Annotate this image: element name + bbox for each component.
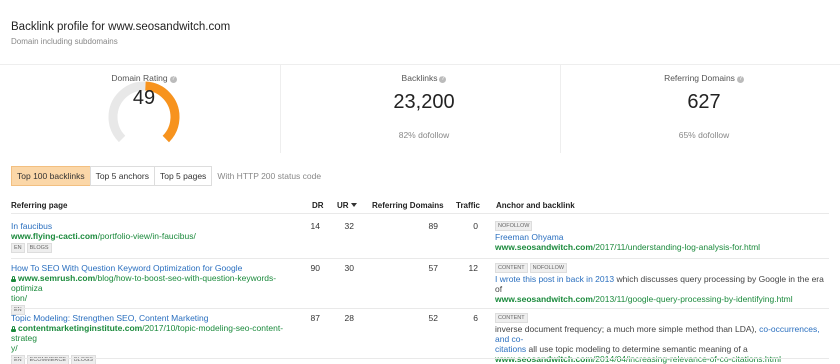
referring-page-url[interactable]: www.flying-cacti.com/portfolio-view/in-f… bbox=[11, 231, 301, 241]
referring-page-url-continued[interactable]: tion/ bbox=[11, 293, 301, 303]
ref-domains-value: 89 bbox=[428, 221, 438, 231]
language-tag: EN bbox=[11, 355, 25, 364]
anchor-cell: NOFOLLOW Freeman Ohyama www.seosandwitch… bbox=[495, 221, 830, 252]
tag-list: CONTENT bbox=[495, 313, 835, 323]
metric-sub: 82% dofollow bbox=[398, 130, 450, 140]
divider bbox=[11, 308, 829, 309]
table-row: In faucibus www.flying-cacti.com/portfol… bbox=[11, 221, 301, 253]
tab-top-5-anchors[interactable]: Top 5 anchors bbox=[89, 166, 155, 186]
nofollow-tag: NOFOLLOW bbox=[529, 263, 568, 273]
anchor-text[interactable]: I wrote this post in back in 2013 bbox=[495, 274, 614, 284]
language-tag: EN bbox=[11, 243, 25, 253]
category-tag: ECOMMERCE bbox=[26, 355, 70, 364]
column-header-traffic[interactable]: Traffic bbox=[456, 201, 480, 210]
tag-list: NOFOLLOW bbox=[495, 221, 830, 231]
traffic-value: 6 bbox=[473, 313, 478, 323]
tag-list: CONTENT NOFOLLOW bbox=[495, 263, 830, 273]
anchor-context-text: all use topic modeling to determine sema… bbox=[526, 344, 748, 354]
sort-desc-icon bbox=[350, 203, 357, 207]
tag-list: EN ECOMMERCE BLOGS bbox=[11, 355, 301, 364]
traffic-value: 0 bbox=[473, 221, 478, 231]
traffic-value: 12 bbox=[468, 263, 478, 273]
ref-domains-value: 57 bbox=[428, 263, 438, 273]
category-tag: BLOGS bbox=[71, 355, 96, 364]
metric-value: 23,200 bbox=[393, 91, 455, 113]
anchor-context: inverse document frequency; a much more … bbox=[495, 324, 835, 344]
backlink-url[interactable]: www.seosandwitch.com/2013/11/google-quer… bbox=[495, 294, 830, 304]
metric-referring-domains: Referring Domains? 627 65% dofollow bbox=[640, 73, 768, 140]
table-row: Topic Modeling: Strengthen SEO, Content … bbox=[11, 313, 301, 364]
anchor-text[interactable]: Freeman Ohyama bbox=[495, 232, 830, 242]
lock-icon bbox=[11, 326, 16, 332]
divider bbox=[11, 358, 829, 359]
column-header-ur[interactable]: UR bbox=[337, 201, 357, 210]
anchor-cell: CONTENT NOFOLLOW I wrote this post in ba… bbox=[495, 263, 830, 304]
anchor-context: I wrote this post in back in 2013 which … bbox=[495, 274, 830, 294]
anchor-context-text: inverse document frequency; a much more … bbox=[495, 324, 760, 334]
page-title: Backlink profile for www.seosandwitch.co… bbox=[11, 21, 231, 33]
column-header-referring-domains[interactable]: Referring Domains bbox=[372, 201, 444, 210]
ur-value: 30 bbox=[344, 263, 354, 273]
column-header-dr[interactable]: DR bbox=[312, 201, 324, 210]
ur-value: 28 bbox=[344, 313, 354, 323]
metric-backlinks: Backlinks? 23,200 82% dofollow bbox=[360, 73, 488, 140]
content-tag: CONTENT bbox=[495, 263, 528, 273]
dr-value: 87 bbox=[310, 313, 320, 323]
backlink-url[interactable]: www.seosandwitch.com/2014/04/increasing-… bbox=[495, 354, 835, 364]
referring-page-url[interactable]: www.semrush.com/blog/how-to-boost-seo-wi… bbox=[11, 273, 301, 293]
ref-domains-value: 52 bbox=[428, 313, 438, 323]
referring-page-title[interactable]: How To SEO With Question Keyword Optimiz… bbox=[11, 263, 301, 273]
tag-list: EN BLOGS bbox=[11, 243, 301, 253]
anchor-cell: CONTENT inverse document frequency; a mu… bbox=[495, 313, 835, 364]
tabs-note: With HTTP 200 status code bbox=[217, 171, 322, 181]
metric-value: 627 bbox=[687, 91, 721, 113]
help-icon[interactable]: ? bbox=[439, 76, 447, 83]
column-header-referring-page[interactable]: Referring page bbox=[11, 201, 67, 210]
tab-top-100-backlinks[interactable]: Top 100 backlinks bbox=[11, 166, 91, 186]
metric-sub: 65% dofollow bbox=[678, 130, 730, 140]
divider bbox=[560, 65, 561, 153]
column-header-anchor[interactable]: Anchor and backlink bbox=[496, 201, 575, 210]
column-header-ur-label: UR bbox=[337, 201, 349, 210]
page-subtitle: Domain including subdomains bbox=[11, 37, 118, 46]
nofollow-tag: NOFOLLOW bbox=[495, 221, 533, 231]
referring-page-title[interactable]: Topic Modeling: Strengthen SEO, Content … bbox=[11, 313, 301, 323]
help-icon[interactable]: ? bbox=[736, 76, 744, 83]
metric-label: Backlinks bbox=[401, 73, 438, 83]
anchor-text[interactable]: citations bbox=[495, 344, 526, 354]
referring-page-url[interactable]: contentmarketinginstitute.com/2017/10/to… bbox=[11, 323, 301, 343]
domain-rating-value: 49 bbox=[132, 87, 156, 109]
ur-value: 32 bbox=[344, 221, 354, 231]
dr-value: 90 bbox=[310, 263, 320, 273]
dr-value: 14 bbox=[310, 221, 320, 231]
backlink-url[interactable]: www.seosandwitch.com/2017/11/understandi… bbox=[495, 242, 830, 252]
divider bbox=[11, 213, 829, 214]
anchor-context: citations all use topic modeling to dete… bbox=[495, 344, 835, 354]
metric-label: Referring Domains bbox=[664, 73, 735, 83]
content-tag: CONTENT bbox=[495, 313, 528, 323]
tab-top-5-pages[interactable]: Top 5 pages bbox=[153, 166, 213, 186]
category-tag: BLOGS bbox=[26, 243, 52, 253]
page-header: Backlink profile for www.seosandwitch.co… bbox=[11, 21, 230, 46]
divider bbox=[11, 258, 829, 259]
divider bbox=[280, 65, 281, 153]
lock-icon bbox=[11, 276, 16, 282]
backlink-tabs: Top 100 backlinks Top 5 anchors Top 5 pa… bbox=[11, 166, 321, 186]
referring-page-url-continued[interactable]: y/ bbox=[11, 343, 301, 353]
referring-page-title[interactable]: In faucibus bbox=[11, 221, 301, 231]
